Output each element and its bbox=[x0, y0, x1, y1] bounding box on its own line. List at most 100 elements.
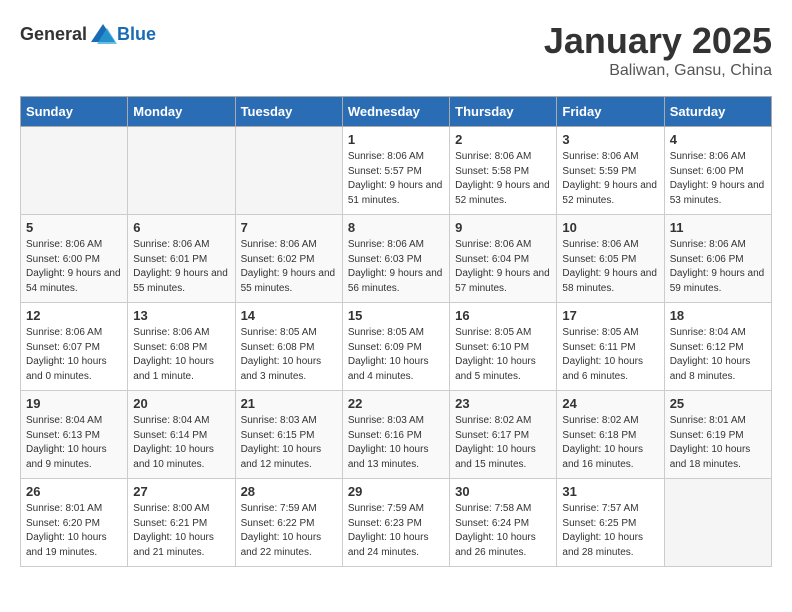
day-info: Sunrise: 8:06 AM Sunset: 6:08 PM Dayligh… bbox=[133, 326, 229, 384]
header-cell-wednesday: Wednesday bbox=[342, 97, 449, 127]
calendar-cell bbox=[235, 127, 342, 215]
day-info: Sunrise: 8:04 AM Sunset: 6:14 PM Dayligh… bbox=[133, 414, 229, 472]
calendar-cell: 5 Sunrise: 8:06 AM Sunset: 6:00 PM Daylig… bbox=[21, 215, 128, 303]
day-info: Sunrise: 8:06 AM Sunset: 6:00 PM Dayligh… bbox=[26, 238, 122, 296]
calendar-cell: 14 Sunrise: 8:05 AM Sunset: 6:08 PM Dayli… bbox=[235, 303, 342, 391]
day-number: 22 bbox=[348, 396, 444, 411]
calendar-week-row: 5 Sunrise: 8:06 AM Sunset: 6:00 PM Daylig… bbox=[21, 215, 772, 303]
logo: General Blue bbox=[20, 20, 156, 48]
day-info: Sunrise: 7:59 AM Sunset: 6:23 PM Dayligh… bbox=[348, 502, 444, 560]
day-info: Sunrise: 8:06 AM Sunset: 5:58 PM Dayligh… bbox=[455, 150, 551, 208]
logo-icon bbox=[89, 20, 117, 48]
day-number: 10 bbox=[562, 220, 658, 235]
calendar-cell: 19 Sunrise: 8:04 AM Sunset: 6:13 PM Dayli… bbox=[21, 391, 128, 479]
day-number: 2 bbox=[455, 132, 551, 147]
day-number: 7 bbox=[241, 220, 337, 235]
day-number: 25 bbox=[670, 396, 766, 411]
day-info: Sunrise: 8:01 AM Sunset: 6:20 PM Dayligh… bbox=[26, 502, 122, 560]
calendar-header-row: SundayMondayTuesdayWednesdayThursdayFrid… bbox=[21, 97, 772, 127]
calendar-cell: 10 Sunrise: 8:06 AM Sunset: 6:05 PM Dayli… bbox=[557, 215, 664, 303]
calendar-week-row: 19 Sunrise: 8:04 AM Sunset: 6:13 PM Dayli… bbox=[21, 391, 772, 479]
calendar-cell: 30 Sunrise: 7:58 AM Sunset: 6:24 PM Dayli… bbox=[450, 479, 557, 567]
calendar-cell: 29 Sunrise: 7:59 AM Sunset: 6:23 PM Dayli… bbox=[342, 479, 449, 567]
day-info: Sunrise: 8:04 AM Sunset: 6:13 PM Dayligh… bbox=[26, 414, 122, 472]
day-info: Sunrise: 8:06 AM Sunset: 6:07 PM Dayligh… bbox=[26, 326, 122, 384]
day-number: 8 bbox=[348, 220, 444, 235]
calendar-week-row: 26 Sunrise: 8:01 AM Sunset: 6:20 PM Dayli… bbox=[21, 479, 772, 567]
title-block: January 2025 Baliwan, Gansu, China bbox=[544, 20, 772, 80]
day-number: 4 bbox=[670, 132, 766, 147]
day-number: 24 bbox=[562, 396, 658, 411]
header-cell-tuesday: Tuesday bbox=[235, 97, 342, 127]
day-number: 1 bbox=[348, 132, 444, 147]
calendar-cell: 6 Sunrise: 8:06 AM Sunset: 6:01 PM Daylig… bbox=[128, 215, 235, 303]
day-number: 28 bbox=[241, 484, 337, 499]
day-info: Sunrise: 8:04 AM Sunset: 6:12 PM Dayligh… bbox=[670, 326, 766, 384]
header-cell-sunday: Sunday bbox=[21, 97, 128, 127]
day-number: 11 bbox=[670, 220, 766, 235]
calendar-cell: 24 Sunrise: 8:02 AM Sunset: 6:18 PM Dayli… bbox=[557, 391, 664, 479]
day-info: Sunrise: 8:06 AM Sunset: 6:03 PM Dayligh… bbox=[348, 238, 444, 296]
header-cell-thursday: Thursday bbox=[450, 97, 557, 127]
day-number: 27 bbox=[133, 484, 229, 499]
day-info: Sunrise: 8:01 AM Sunset: 6:19 PM Dayligh… bbox=[670, 414, 766, 472]
day-info: Sunrise: 8:03 AM Sunset: 6:15 PM Dayligh… bbox=[241, 414, 337, 472]
day-info: Sunrise: 8:05 AM Sunset: 6:11 PM Dayligh… bbox=[562, 326, 658, 384]
calendar-cell: 1 Sunrise: 8:06 AM Sunset: 5:57 PM Daylig… bbox=[342, 127, 449, 215]
day-info: Sunrise: 8:06 AM Sunset: 6:04 PM Dayligh… bbox=[455, 238, 551, 296]
day-number: 5 bbox=[26, 220, 122, 235]
day-number: 20 bbox=[133, 396, 229, 411]
day-number: 30 bbox=[455, 484, 551, 499]
day-info: Sunrise: 8:05 AM Sunset: 6:09 PM Dayligh… bbox=[348, 326, 444, 384]
day-number: 6 bbox=[133, 220, 229, 235]
calendar-cell: 3 Sunrise: 8:06 AM Sunset: 5:59 PM Daylig… bbox=[557, 127, 664, 215]
day-number: 15 bbox=[348, 308, 444, 323]
day-info: Sunrise: 8:06 AM Sunset: 6:05 PM Dayligh… bbox=[562, 238, 658, 296]
day-info: Sunrise: 8:05 AM Sunset: 6:10 PM Dayligh… bbox=[455, 326, 551, 384]
calendar-cell: 17 Sunrise: 8:05 AM Sunset: 6:11 PM Dayli… bbox=[557, 303, 664, 391]
calendar-cell: 22 Sunrise: 8:03 AM Sunset: 6:16 PM Dayli… bbox=[342, 391, 449, 479]
calendar-cell: 7 Sunrise: 8:06 AM Sunset: 6:02 PM Daylig… bbox=[235, 215, 342, 303]
day-info: Sunrise: 8:02 AM Sunset: 6:18 PM Dayligh… bbox=[562, 414, 658, 472]
logo-text-blue: Blue bbox=[117, 24, 156, 45]
day-number: 3 bbox=[562, 132, 658, 147]
calendar-cell: 2 Sunrise: 8:06 AM Sunset: 5:58 PM Daylig… bbox=[450, 127, 557, 215]
month-title: January 2025 bbox=[544, 20, 772, 62]
day-info: Sunrise: 8:06 AM Sunset: 5:57 PM Dayligh… bbox=[348, 150, 444, 208]
calendar-cell: 12 Sunrise: 8:06 AM Sunset: 6:07 PM Dayli… bbox=[21, 303, 128, 391]
header-cell-saturday: Saturday bbox=[664, 97, 771, 127]
calendar-table: SundayMondayTuesdayWednesdayThursdayFrid… bbox=[20, 96, 772, 567]
day-info: Sunrise: 8:06 AM Sunset: 6:02 PM Dayligh… bbox=[241, 238, 337, 296]
calendar-cell bbox=[128, 127, 235, 215]
calendar-cell: 9Sunrise: 8:06 AM Sunset: 6:04 PM Daylig… bbox=[450, 215, 557, 303]
day-number: 29 bbox=[348, 484, 444, 499]
day-info: Sunrise: 8:00 AM Sunset: 6:21 PM Dayligh… bbox=[133, 502, 229, 560]
calendar-week-row: 12 Sunrise: 8:06 AM Sunset: 6:07 PM Dayli… bbox=[21, 303, 772, 391]
day-info: Sunrise: 7:58 AM Sunset: 6:24 PM Dayligh… bbox=[455, 502, 551, 560]
day-info: Sunrise: 8:06 AM Sunset: 5:59 PM Dayligh… bbox=[562, 150, 658, 208]
calendar-cell: 23Sunrise: 8:02 AM Sunset: 6:17 PM Dayli… bbox=[450, 391, 557, 479]
calendar-cell: 8 Sunrise: 8:06 AM Sunset: 6:03 PM Daylig… bbox=[342, 215, 449, 303]
calendar-week-row: 1 Sunrise: 8:06 AM Sunset: 5:57 PM Daylig… bbox=[21, 127, 772, 215]
calendar-cell: 15 Sunrise: 8:05 AM Sunset: 6:09 PM Dayli… bbox=[342, 303, 449, 391]
calendar-cell: 4 Sunrise: 8:06 AM Sunset: 6:00 PM Daylig… bbox=[664, 127, 771, 215]
day-info: Sunrise: 8:03 AM Sunset: 6:16 PM Dayligh… bbox=[348, 414, 444, 472]
day-number: 18 bbox=[670, 308, 766, 323]
logo-text-general: General bbox=[20, 24, 87, 45]
day-info: Sunrise: 8:02 AM Sunset: 6:17 PM Dayligh… bbox=[455, 414, 551, 472]
location-title: Baliwan, Gansu, China bbox=[544, 62, 772, 80]
day-number: 14 bbox=[241, 308, 337, 323]
day-number: 12 bbox=[26, 308, 122, 323]
day-info: Sunrise: 7:57 AM Sunset: 6:25 PM Dayligh… bbox=[562, 502, 658, 560]
calendar-cell: 31Sunrise: 7:57 AM Sunset: 6:25 PM Dayli… bbox=[557, 479, 664, 567]
day-info: Sunrise: 8:06 AM Sunset: 6:01 PM Dayligh… bbox=[133, 238, 229, 296]
day-number: 17 bbox=[562, 308, 658, 323]
day-info: Sunrise: 7:59 AM Sunset: 6:22 PM Dayligh… bbox=[241, 502, 337, 560]
page-header: General Blue January 2025 Baliwan, Gansu… bbox=[20, 20, 772, 80]
calendar-cell: 16Sunrise: 8:05 AM Sunset: 6:10 PM Dayli… bbox=[450, 303, 557, 391]
calendar-cell: 18 Sunrise: 8:04 AM Sunset: 6:12 PM Dayli… bbox=[664, 303, 771, 391]
day-number: 19 bbox=[26, 396, 122, 411]
day-number: 26 bbox=[26, 484, 122, 499]
day-info: Sunrise: 8:05 AM Sunset: 6:08 PM Dayligh… bbox=[241, 326, 337, 384]
day-info: Sunrise: 8:06 AM Sunset: 6:00 PM Dayligh… bbox=[670, 150, 766, 208]
